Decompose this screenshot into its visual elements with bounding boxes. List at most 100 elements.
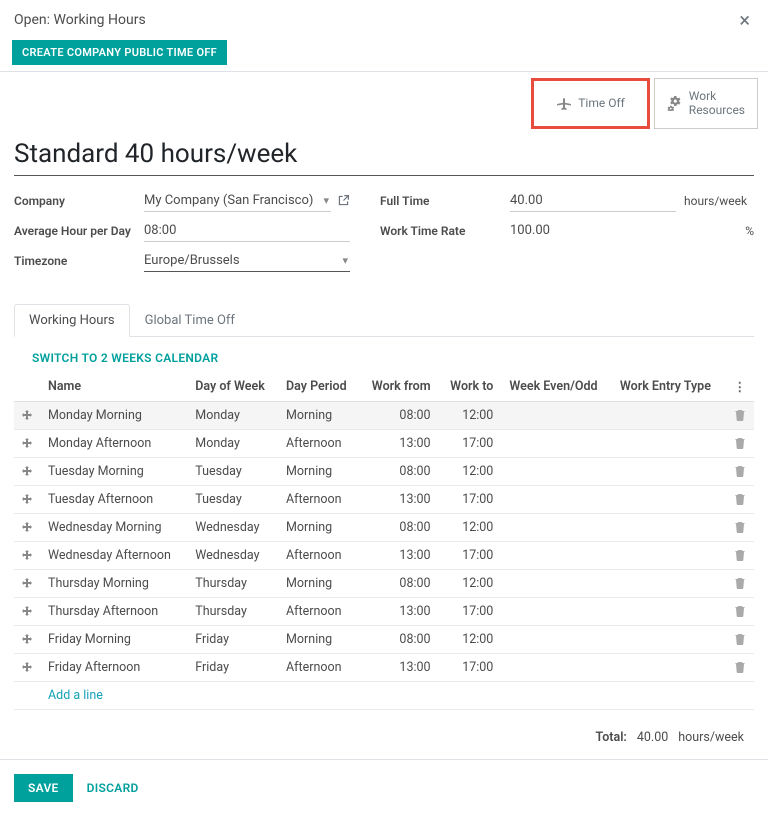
cell-entry[interactable] xyxy=(612,485,726,513)
cell-period[interactable]: Afternoon xyxy=(278,653,359,681)
cell-period[interactable]: Afternoon xyxy=(278,485,359,513)
table-row[interactable]: Thursday AfternoonThursdayAfternoon13:00… xyxy=(14,597,754,625)
cell-to[interactable]: 17:00 xyxy=(439,485,502,513)
cell-name[interactable]: Thursday Morning xyxy=(40,569,187,597)
cell-to[interactable]: 17:00 xyxy=(439,541,502,569)
cell-evenodd[interactable] xyxy=(501,597,612,625)
cell-dow[interactable]: Tuesday xyxy=(187,485,278,513)
cell-from[interactable]: 08:00 xyxy=(359,401,438,429)
chevron-down-icon[interactable]: ▾ xyxy=(340,254,350,267)
col-dow[interactable]: Day of Week xyxy=(187,373,278,402)
drag-handle-icon[interactable] xyxy=(14,513,40,541)
table-row[interactable]: Tuesday AfternoonTuesdayAfternoon13:0017… xyxy=(14,485,754,513)
cell-from[interactable]: 13:00 xyxy=(359,429,438,457)
cell-to[interactable]: 17:00 xyxy=(439,597,502,625)
cell-entry[interactable] xyxy=(612,541,726,569)
cell-evenodd[interactable] xyxy=(501,429,612,457)
cell-name[interactable]: Monday Morning xyxy=(40,401,187,429)
cell-entry[interactable] xyxy=(612,401,726,429)
col-evenodd[interactable]: Week Even/Odd xyxy=(501,373,612,402)
trash-icon[interactable] xyxy=(726,485,755,513)
cell-dow[interactable]: Monday xyxy=(187,401,278,429)
cell-name[interactable]: Friday Afternoon xyxy=(40,653,187,681)
cell-dow[interactable]: Wednesday xyxy=(187,541,278,569)
cell-period[interactable]: Afternoon xyxy=(278,541,359,569)
cell-to[interactable]: 12:00 xyxy=(439,457,502,485)
cell-name[interactable]: Tuesday Afternoon xyxy=(40,485,187,513)
drag-handle-icon[interactable] xyxy=(14,653,40,681)
cell-name[interactable]: Monday Afternoon xyxy=(40,429,187,457)
table-row[interactable]: Thursday MorningThursdayMorning08:0012:0… xyxy=(14,569,754,597)
timezone-input[interactable] xyxy=(144,251,340,270)
cell-period[interactable]: Morning xyxy=(278,457,359,485)
cell-name[interactable]: Friday Morning xyxy=(40,625,187,653)
cell-name[interactable]: Wednesday Morning xyxy=(40,513,187,541)
cell-entry[interactable] xyxy=(612,653,726,681)
cell-name[interactable]: Thursday Afternoon xyxy=(40,597,187,625)
trash-icon[interactable] xyxy=(726,457,755,485)
col-menu-icon[interactable]: ⋮ xyxy=(726,373,755,402)
cell-to[interactable]: 17:00 xyxy=(439,653,502,681)
trash-icon[interactable] xyxy=(726,541,755,569)
col-period[interactable]: Day Period xyxy=(278,373,359,402)
table-row[interactable]: Friday MorningFridayMorning08:0012:00 xyxy=(14,625,754,653)
create-company-time-off-button[interactable]: CREATE COMPANY PUBLIC TIME OFF xyxy=(12,40,227,65)
cell-evenodd[interactable] xyxy=(501,625,612,653)
cell-period[interactable]: Morning xyxy=(278,513,359,541)
cell-period[interactable]: Afternoon xyxy=(278,597,359,625)
time-off-stat-button[interactable]: Time Off xyxy=(531,78,650,129)
trash-icon[interactable] xyxy=(726,569,755,597)
cell-from[interactable]: 13:00 xyxy=(359,541,438,569)
cell-evenodd[interactable] xyxy=(501,401,612,429)
cell-name[interactable]: Tuesday Morning xyxy=(40,457,187,485)
discard-button[interactable]: DISCARD xyxy=(87,781,139,795)
cell-period[interactable]: Morning xyxy=(278,625,359,653)
cell-from[interactable]: 08:00 xyxy=(359,569,438,597)
cell-period[interactable]: Afternoon xyxy=(278,429,359,457)
drag-handle-icon[interactable] xyxy=(14,625,40,653)
col-to[interactable]: Work to xyxy=(439,373,502,402)
cell-evenodd[interactable] xyxy=(501,485,612,513)
chevron-down-icon[interactable]: ▾ xyxy=(321,194,331,207)
col-name[interactable]: Name xyxy=(40,373,187,402)
cell-to[interactable]: 17:00 xyxy=(439,429,502,457)
table-row[interactable]: Monday MorningMondayMorning08:0012:00 xyxy=(14,401,754,429)
trash-icon[interactable] xyxy=(726,429,755,457)
cell-from[interactable]: 08:00 xyxy=(359,625,438,653)
table-row[interactable]: Wednesday MorningWednesdayMorning08:0012… xyxy=(14,513,754,541)
cell-dow[interactable]: Thursday xyxy=(187,569,278,597)
cell-evenodd[interactable] xyxy=(501,653,612,681)
switch-to-2-weeks-link[interactable]: SWITCH TO 2 WEEKS CALENDAR xyxy=(14,337,754,373)
cell-to[interactable]: 12:00 xyxy=(439,401,502,429)
cell-entry[interactable] xyxy=(612,569,726,597)
cell-period[interactable]: Morning xyxy=(278,401,359,429)
cell-from[interactable]: 08:00 xyxy=(359,457,438,485)
cell-entry[interactable] xyxy=(612,429,726,457)
cell-period[interactable]: Morning xyxy=(278,569,359,597)
drag-handle-icon[interactable] xyxy=(14,429,40,457)
cell-dow[interactable]: Friday xyxy=(187,653,278,681)
trash-icon[interactable] xyxy=(726,597,755,625)
cell-dow[interactable]: Tuesday xyxy=(187,457,278,485)
col-from[interactable]: Work from xyxy=(359,373,438,402)
table-row[interactable]: Wednesday AfternoonWednesdayAfternoon13:… xyxy=(14,541,754,569)
table-row[interactable]: Friday AfternoonFridayAfternoon13:0017:0… xyxy=(14,653,754,681)
drag-handle-icon[interactable] xyxy=(14,401,40,429)
add-line-label[interactable]: Add a line xyxy=(40,681,754,709)
external-link-icon[interactable] xyxy=(337,194,350,207)
drag-handle-icon[interactable] xyxy=(14,597,40,625)
cell-entry[interactable] xyxy=(612,625,726,653)
cell-from[interactable]: 08:00 xyxy=(359,513,438,541)
cell-from[interactable]: 13:00 xyxy=(359,597,438,625)
avg-hour-field[interactable] xyxy=(144,220,350,242)
fulltime-input[interactable] xyxy=(510,191,676,210)
cell-evenodd[interactable] xyxy=(501,541,612,569)
cell-evenodd[interactable] xyxy=(501,513,612,541)
cell-evenodd[interactable] xyxy=(501,457,612,485)
tab-global-time-off[interactable]: Global Time Off xyxy=(130,304,250,337)
cell-entry[interactable] xyxy=(612,513,726,541)
close-icon[interactable]: × xyxy=(735,10,754,30)
trash-icon[interactable] xyxy=(726,513,755,541)
timezone-field[interactable]: ▾ xyxy=(144,250,350,272)
company-field[interactable]: ▾ xyxy=(144,190,331,212)
